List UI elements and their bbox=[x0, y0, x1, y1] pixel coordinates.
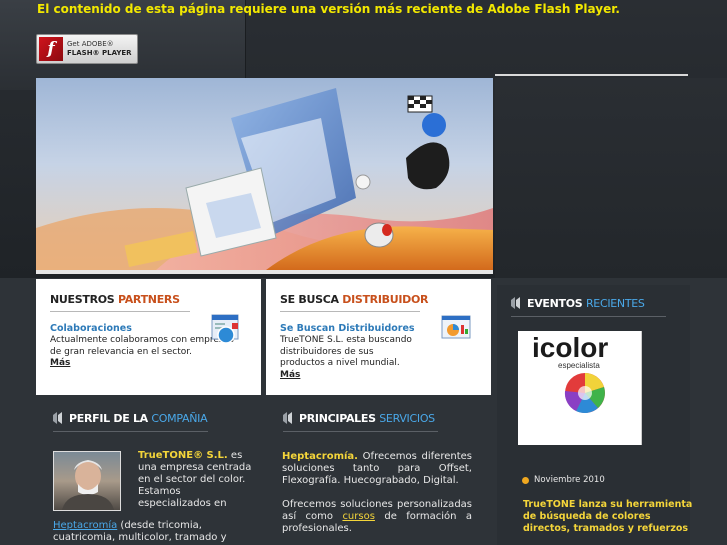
events-title-plain: EVENTOS bbox=[527, 296, 583, 310]
flash-badge-text: Get ADOBE® FLASH® PLAYER bbox=[67, 40, 132, 58]
profile-rule bbox=[53, 431, 208, 432]
hero-side-panel bbox=[495, 78, 727, 278]
flash-logo-icon: f bbox=[39, 37, 63, 61]
profile-section-header: PERFIL DE LA COMPAÑIA bbox=[53, 404, 208, 432]
portrait-illustration bbox=[62, 460, 114, 510]
event-logo-text: icolor bbox=[532, 332, 608, 363]
icolor-logo: icolor especialista bbox=[532, 332, 608, 414]
event-bullet-icon bbox=[522, 476, 529, 484]
partners-body-text: Actualmente colaboramos con empresas de … bbox=[50, 335, 234, 357]
distribuidor-title-plain: SE BUSCA bbox=[280, 293, 339, 306]
flash-badge-line1: Get ADOBE® bbox=[67, 40, 114, 48]
flash-badge-line2: FLASH® PLAYER bbox=[67, 49, 132, 57]
profile-title-accent: COMPAÑIA bbox=[151, 411, 208, 425]
services-paragraph-2: Ofrecemos soluciones personalizadas así … bbox=[282, 499, 472, 535]
distribuidor-chart-icon bbox=[441, 315, 471, 339]
cursos-link[interactable]: cursos bbox=[342, 511, 375, 522]
events-rule bbox=[511, 316, 666, 317]
event-date-text: Noviembre 2010 bbox=[534, 475, 605, 485]
partners-more-link[interactable]: Más bbox=[50, 358, 70, 368]
services-paragraph-1: Heptacromía. Ofrecemos diferentes soluci… bbox=[282, 451, 472, 487]
profile-title-plain: PERFIL DE LA bbox=[69, 411, 148, 425]
events-section-header: EVENTOS RECIENTES bbox=[511, 289, 645, 317]
partners-card: NUESTROS PARTNERS Colaboraciones Actualm… bbox=[36, 279, 261, 395]
partners-document-icon bbox=[211, 314, 239, 344]
partners-title-plain: NUESTROS bbox=[50, 293, 115, 306]
hero-base-strip bbox=[36, 270, 493, 274]
partners-title: NUESTROS PARTNERS bbox=[50, 293, 247, 306]
hero-divider bbox=[495, 74, 688, 76]
services-description: Heptacromía. Ofrecemos diferentes soluci… bbox=[282, 451, 472, 535]
flash-required-message: El contenido de esta página requiere una… bbox=[37, 2, 620, 16]
profile-brand: TrueTONE® S.L. bbox=[138, 450, 228, 461]
services-title-accent: SERVICIOS bbox=[379, 411, 435, 425]
events-title-accent: RECIENTES bbox=[585, 296, 645, 310]
section-bullet-icon bbox=[283, 412, 292, 424]
partners-rule bbox=[50, 311, 190, 312]
profile-continued: Heptacromía (desde tricomia, cuatricomia… bbox=[53, 520, 258, 544]
event-headline-link[interactable]: TrueTONE lanza su herramienta de búsqued… bbox=[523, 499, 693, 535]
partners-title-accent: PARTNERS bbox=[117, 293, 180, 306]
get-flash-player-button[interactable]: f Get ADOBE® FLASH® PLAYER bbox=[36, 34, 138, 64]
event-date: Noviembre 2010 bbox=[522, 475, 605, 485]
profile-description: TrueTONE® S.L. es una empresa centrada e… bbox=[138, 450, 256, 510]
distribuidor-rule bbox=[280, 311, 420, 312]
distribuidor-title: SE BUSCA DISTRIBUIDOR bbox=[280, 293, 477, 306]
distribuidor-body: TrueTONE S.L. esta buscando distribuidor… bbox=[280, 335, 420, 381]
services-rule bbox=[283, 431, 438, 432]
heptacromia-link[interactable]: Heptacromía bbox=[53, 520, 117, 531]
hero-illustration bbox=[36, 88, 493, 270]
distribuidor-body-text: TrueTONE S.L. esta buscando distribuidor… bbox=[280, 335, 412, 368]
founder-photo bbox=[53, 451, 121, 511]
services-highlight: Heptacromía. bbox=[282, 451, 358, 462]
distribuidor-title-accent: DISTRIBUIDOR bbox=[342, 293, 429, 306]
section-bullet-icon bbox=[53, 412, 62, 424]
hero-banner bbox=[36, 78, 493, 270]
distribuidor-more-link[interactable]: Más bbox=[280, 370, 300, 380]
event-logo-sub: especialista bbox=[558, 361, 600, 370]
services-title-plain: PRINCIPALES bbox=[299, 411, 376, 425]
section-bullet-icon bbox=[511, 297, 520, 309]
distribuidor-card: SE BUSCA DISTRIBUIDOR Se Buscan Distribu… bbox=[266, 279, 491, 395]
services-section-header: PRINCIPALES SERVICIOS bbox=[283, 404, 435, 432]
event-image[interactable]: icolor especialista bbox=[518, 331, 642, 445]
